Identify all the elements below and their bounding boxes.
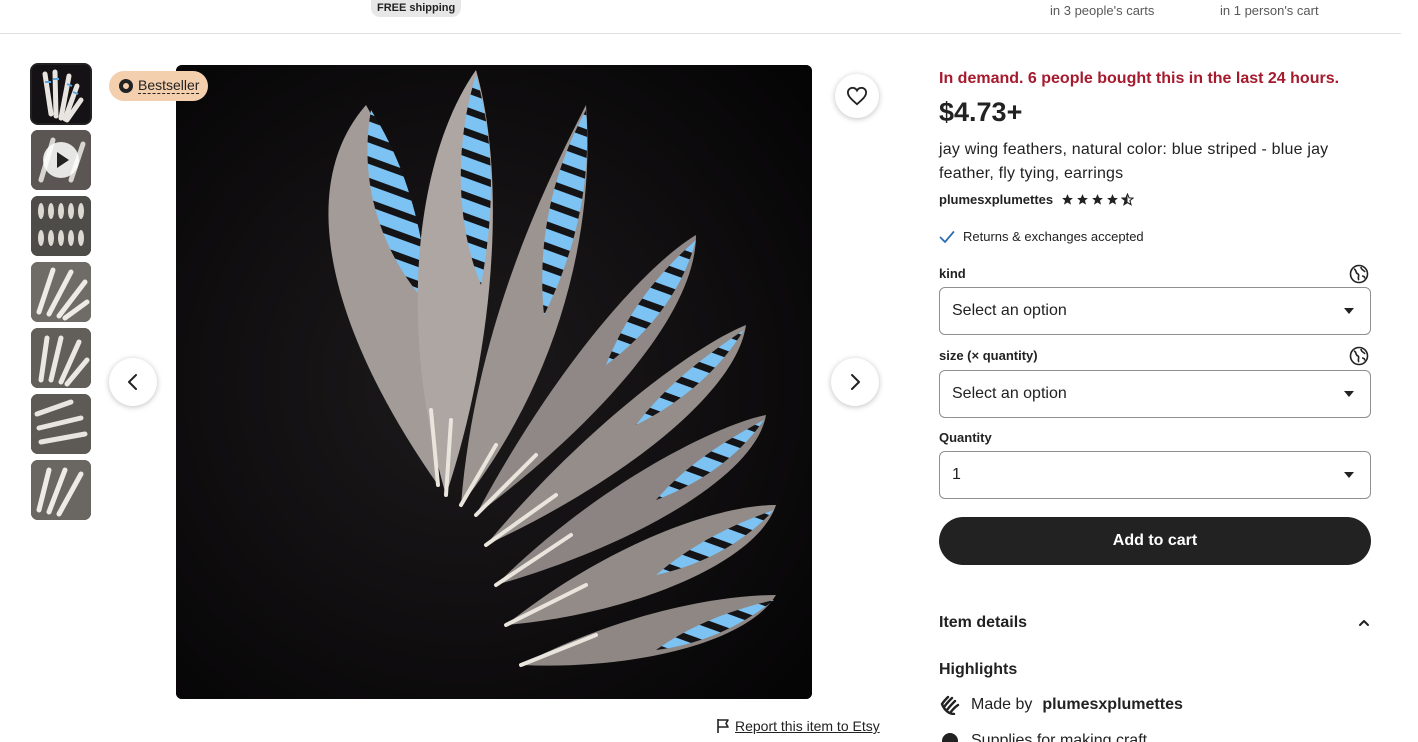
- highlights-heading: Highlights: [939, 661, 1018, 678]
- report-link-text: Report this item to Etsy: [735, 718, 880, 734]
- size-select-value: Select an option: [952, 385, 1067, 402]
- chevron-up-icon: [1359, 620, 1369, 626]
- star-icon: [1077, 194, 1089, 205]
- star-icon: [1092, 194, 1104, 205]
- thumbnail-image: [31, 460, 91, 520]
- add-to-cart-button[interactable]: Add to cart: [939, 517, 1371, 565]
- item-details-toggle[interactable]: Item details: [939, 614, 1371, 632]
- favorite-button[interactable]: [835, 74, 879, 118]
- craft-supplies-icon: [942, 733, 958, 742]
- thumbnail-1[interactable]: [30, 63, 92, 125]
- shop-name-link[interactable]: plumesxplumettes: [939, 192, 1053, 207]
- heart-icon: [846, 86, 868, 106]
- caret-down-icon: [1344, 472, 1354, 478]
- caret-down-icon: [1344, 391, 1354, 397]
- price: $4.73+: [939, 97, 1023, 127]
- quantity-select[interactable]: 1: [939, 451, 1371, 499]
- item-details-label: Item details: [939, 614, 1028, 631]
- chevron-right-icon: [851, 374, 860, 390]
- checkmark-icon: [939, 230, 955, 243]
- star-icon: [1107, 194, 1119, 205]
- caret-down-icon: [1344, 308, 1354, 314]
- thumbnail-6[interactable]: [31, 394, 91, 454]
- highlight-text: Supplies for making craft...: [971, 732, 1161, 742]
- main-product-image[interactable]: [176, 65, 812, 699]
- thumbnail-3[interactable]: [31, 196, 91, 256]
- made-by-shop-link[interactable]: plumesxplumettes: [1042, 696, 1182, 714]
- hand-icon: [940, 695, 960, 715]
- flag-icon: [717, 719, 729, 733]
- globe-icon[interactable]: [1349, 346, 1369, 366]
- free-shipping-badge: FREE shipping: [371, 0, 462, 17]
- kind-label: kind: [939, 266, 966, 281]
- quantity-label: Quantity: [939, 430, 992, 445]
- thumbnail-image: [31, 64, 91, 124]
- play-icon: [43, 142, 79, 178]
- globe-icon[interactable]: [1349, 264, 1369, 284]
- quantity-select-value: 1: [952, 466, 961, 483]
- award-icon: [119, 79, 133, 93]
- thumbnail-image: [31, 262, 91, 322]
- size-select[interactable]: Select an option: [939, 370, 1371, 418]
- rating-stars[interactable]: [1061, 193, 1135, 206]
- returns-text: Returns & exchanges accepted: [963, 229, 1144, 244]
- carts-count-note: in 3 people's carts: [1050, 3, 1155, 18]
- star-icon: [1062, 194, 1074, 205]
- made-by-row: Made by plumesxplumettes: [939, 695, 1183, 715]
- thumbnail-video[interactable]: [31, 130, 91, 190]
- listing-title: jay wing feathers, natural color: blue s…: [939, 141, 1329, 182]
- returns-policy: Returns & exchanges accepted: [939, 229, 1144, 244]
- thumbnail-7[interactable]: [31, 460, 91, 520]
- thumbnail-image: [31, 328, 91, 388]
- next-image-button[interactable]: [831, 358, 879, 406]
- bestseller-badge[interactable]: Bestseller: [109, 71, 209, 101]
- half-star-icon: [1121, 193, 1135, 206]
- kind-select[interactable]: Select an option: [939, 287, 1371, 335]
- thumbnail-5[interactable]: [31, 328, 91, 388]
- thumbnail-image: [31, 394, 91, 454]
- thumbnail-image: [31, 196, 91, 256]
- shop-rating-row: plumesxplumettes: [939, 192, 1135, 207]
- demand-notice: In demand. 6 people bought this in the l…: [939, 70, 1340, 87]
- thumbnail-4[interactable]: [31, 262, 91, 322]
- chevron-left-icon: [128, 374, 137, 390]
- size-label: size (× quantity): [939, 348, 1038, 363]
- kind-select-value: Select an option: [952, 302, 1067, 319]
- highlight-row: Supplies for making craft...: [939, 731, 1160, 742]
- made-by-prefix: Made by: [971, 696, 1033, 713]
- bestseller-label: Bestseller: [138, 77, 200, 94]
- top-strip: FREE shipping in 3 people's carts in 1 p…: [0, 0, 1401, 34]
- report-item-link[interactable]: Report this item to Etsy: [716, 718, 880, 734]
- feathers-photo: [176, 65, 812, 699]
- carts-count-note: in 1 person's cart: [1220, 3, 1319, 18]
- previous-image-button[interactable]: [109, 358, 157, 406]
